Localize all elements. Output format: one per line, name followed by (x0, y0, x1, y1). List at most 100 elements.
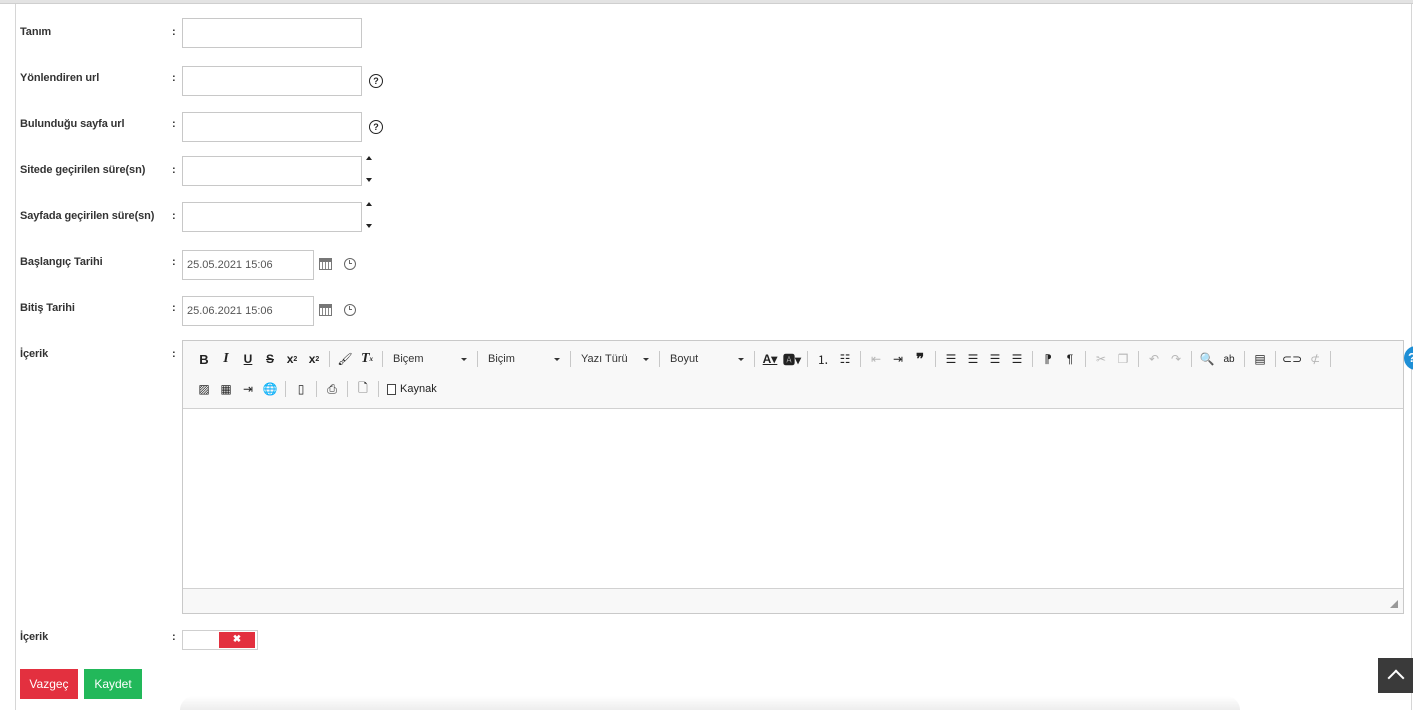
decrement-arrow-icon[interactable] (364, 176, 374, 184)
bulleted-list-icon[interactable]: ☷ (834, 347, 856, 371)
italic-icon[interactable]: I (215, 347, 237, 371)
toolbar-separator (285, 381, 286, 397)
numbered-list-icon[interactable]: ⒈ (812, 347, 834, 371)
copy-format-icon[interactable]: 🖌 (334, 347, 356, 371)
align-right-icon[interactable]: ☰ (984, 347, 1006, 371)
help-icon[interactable]: ? (369, 74, 383, 88)
rich-text-editor: B I U S x2 x2 🖌 Tx Biçem Biçim Yazı Türü… (182, 340, 1404, 614)
end-date-input[interactable] (182, 296, 314, 326)
info-bubble[interactable]: ? (1404, 346, 1413, 370)
colon: : (172, 210, 176, 222)
resize-handle-icon[interactable] (1390, 600, 1398, 608)
subscript-icon[interactable]: x2 (281, 347, 303, 371)
close-icon: ✖ (219, 632, 255, 648)
top-border (0, 0, 1413, 4)
label-sitede-gecirilen-sure: Sitede geçirilen süre(sn) (20, 164, 146, 176)
increment-arrow-icon[interactable] (364, 200, 374, 208)
colon: : (172, 348, 176, 360)
superscript-icon[interactable]: x2 (303, 347, 325, 371)
colon: : (172, 302, 176, 314)
text-color-icon[interactable]: A▾ (759, 347, 781, 371)
horizontal-rule-icon[interactable]: ⇥ (237, 377, 259, 401)
font-combo-label: Yazı Türü (581, 353, 628, 365)
size-combo-label: Boyut (670, 353, 699, 365)
label-sayfada-gecirilen-sure: Sayfada geçirilen süre(sn) (20, 210, 155, 222)
colon: : (172, 256, 176, 268)
justify-icon[interactable]: ☰ (1006, 347, 1028, 371)
copy-icon[interactable]: ❐ (1112, 347, 1134, 371)
format-combo[interactable]: Biçim (482, 348, 566, 370)
content-toggle[interactable]: ✖ (182, 630, 258, 650)
unlink-icon[interactable]: ⊄ (1304, 347, 1326, 371)
ltr-icon[interactable]: ⁋ (1037, 347, 1059, 371)
bold-icon[interactable]: B (193, 347, 215, 371)
page-break-icon[interactable]: ▯ (290, 377, 312, 401)
redo-icon[interactable]: ↷ (1165, 347, 1187, 371)
align-center-icon[interactable]: ☰ (962, 347, 984, 371)
find-icon[interactable]: 🔍 (1196, 347, 1218, 371)
increment-arrow-icon[interactable] (364, 154, 374, 162)
alarm-clock-icon[interactable] (344, 304, 356, 316)
toolbar-separator (1138, 351, 1140, 367)
undo-icon[interactable]: ↶ (1143, 347, 1165, 371)
toolbar-separator (1032, 351, 1034, 367)
toolbar-separator (1085, 351, 1087, 367)
calendar-icon[interactable] (319, 304, 332, 316)
print-icon[interactable]: ⎙ (321, 377, 343, 401)
site-duration-input[interactable] (182, 156, 362, 186)
toolbar-separator (1244, 351, 1246, 367)
remove-format-icon[interactable]: Tx (356, 347, 378, 371)
iframe-icon[interactable]: 🌐 (259, 377, 281, 401)
source-icon (387, 383, 396, 395)
font-combo[interactable]: Yazı Türü (575, 348, 655, 370)
toolbar-separator (382, 351, 383, 367)
page-duration-input[interactable] (182, 202, 362, 232)
strikethrough-icon[interactable]: S (259, 347, 281, 371)
help-icon[interactable]: ? (369, 120, 383, 134)
outdent-icon[interactable]: ⇤ (865, 347, 887, 371)
blockquote-icon[interactable]: ❞ (909, 347, 931, 371)
decrement-arrow-icon[interactable] (364, 222, 374, 230)
templates-icon[interactable]: ▤ (1249, 347, 1271, 371)
label-icerik-toggle: İçerik (20, 631, 49, 643)
colon: : (172, 631, 176, 643)
source-button-label: Kaynak (400, 383, 437, 395)
toolbar-row-1: B I U S x2 x2 🖌 Tx Biçem Biçim Yazı Türü… (193, 347, 1335, 371)
cut-icon[interactable]: ✂ (1090, 347, 1112, 371)
colon: : (172, 118, 176, 130)
chevron-down-icon (461, 357, 467, 361)
background-color-icon[interactable]: 🅰▾ (781, 347, 803, 371)
colon: : (172, 26, 176, 38)
scroll-to-top-button[interactable] (1378, 658, 1413, 693)
underline-icon[interactable]: U (237, 347, 259, 371)
calendar-icon[interactable] (319, 258, 332, 270)
toolbar-separator (1330, 351, 1332, 367)
new-page-icon[interactable]: 🗋 (352, 377, 374, 401)
chevron-down-icon (554, 357, 560, 361)
toolbar-separator (477, 351, 478, 367)
toolbar-row-2: ▨ ▦ ⇥ 🌐 ▯ ⎙ 🗋 Kaynak (193, 377, 441, 401)
cancel-button[interactable]: Vazgeç (20, 669, 78, 699)
replace-icon[interactable]: ab (1218, 347, 1240, 371)
styles-combo[interactable]: Biçem (387, 348, 473, 370)
save-button[interactable]: Kaydet (84, 669, 142, 699)
image-icon[interactable]: ▨ (193, 377, 215, 401)
editor-content-area[interactable] (183, 409, 1403, 589)
current-page-url-input[interactable] (182, 112, 362, 142)
label-bulundugu-sayfa-url: Bulunduğu sayfa url (20, 118, 125, 130)
toolbar-separator (329, 351, 330, 367)
link-icon[interactable]: ⊂⊃ (1280, 347, 1304, 371)
indent-icon[interactable]: ⇥ (887, 347, 909, 371)
label-tanim: Tanım (20, 26, 52, 38)
alarm-clock-icon[interactable] (344, 258, 356, 270)
size-combo[interactable]: Boyut (664, 348, 750, 370)
align-left-icon[interactable]: ☰ (940, 347, 962, 371)
table-icon[interactable]: ▦ (215, 377, 237, 401)
tanim-input[interactable] (182, 18, 362, 48)
referrer-url-input[interactable] (182, 66, 362, 96)
source-button[interactable]: Kaynak (383, 383, 441, 395)
start-date-input[interactable] (182, 250, 314, 280)
toolbar-separator (316, 381, 317, 397)
label-icerik: İçerik (20, 348, 49, 360)
rtl-icon[interactable]: ¶ (1059, 347, 1081, 371)
